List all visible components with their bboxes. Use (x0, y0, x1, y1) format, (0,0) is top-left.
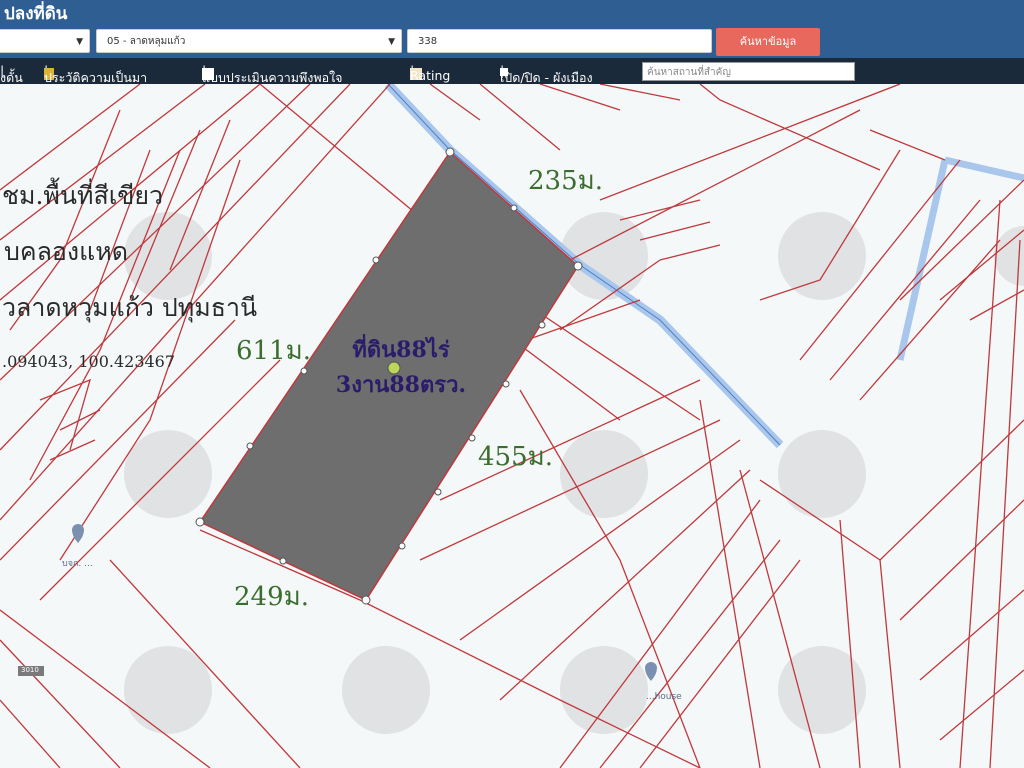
poi-label-2: ...house (646, 692, 682, 702)
page-title: ปลงที่ดิน (4, 4, 68, 24)
note-line-3: วลาดหวุมแก้ว ปทุมธานี (2, 293, 258, 322)
note-line-1: ชม.พื้นที่สีเขียว (2, 181, 164, 210)
plot-name: ที่ดิน88ไร่ 3งาน88ตรว. (316, 332, 486, 402)
menu-item-toggle-plan[interactable]: เปิด/ปิด - ผังเมือง | (500, 63, 593, 85)
district-select-value: 05 - ลาดหลุมแก้ว (107, 36, 186, 47)
measure-top: 235ม. (528, 166, 604, 196)
parcel-number-input[interactable]: 338 (407, 29, 712, 53)
landmark-search-input[interactable]: ค้นหาสถานที่สำคัญ (642, 62, 855, 81)
search-button[interactable]: ค้นหาข้อมูล (716, 28, 820, 56)
plot-name-line-2: 3งาน88ตรว. (335, 372, 467, 398)
district-select[interactable]: 05 - ลาดหลุมแก้ว ▼ (96, 29, 402, 53)
note-coordinates: .094043, 100.423467 (2, 352, 176, 371)
parcel-number-value: 338 (418, 36, 438, 47)
menu-bar: งดั้น | ประวัติความเป็นมา | แบบประเมินคว… (0, 58, 1024, 85)
measure-left: 611ม. (236, 336, 312, 366)
menu-item-rating[interactable]: Rating | (410, 63, 450, 83)
menu-item-survey[interactable]: แบบประเมินความพึงพอใจ | (202, 63, 343, 85)
province-select[interactable]: ▼ (0, 29, 90, 53)
menu-item-history[interactable]: ประวัติความเป็นมา | (44, 63, 147, 85)
plot-name-line-1: ที่ดิน88ไร่ (352, 337, 450, 363)
poi-label-1: บจก. ... (62, 559, 93, 569)
menu-item-1[interactable]: งดั้น | (0, 63, 23, 85)
chevron-down-icon: ▼ (76, 37, 83, 47)
road-tag: 3010 (21, 666, 39, 674)
chevron-down-icon: ▼ (388, 37, 395, 47)
note-line-2: บคลองแหด (4, 237, 128, 266)
top-bar: ปลงที่ดิน ▼ 05 - ลาดหลุมแก้ว ▼ 338 ค้นหา… (0, 0, 1024, 58)
measure-right: 455ม. (478, 442, 554, 472)
measure-bottom: 249ม. (234, 582, 310, 612)
